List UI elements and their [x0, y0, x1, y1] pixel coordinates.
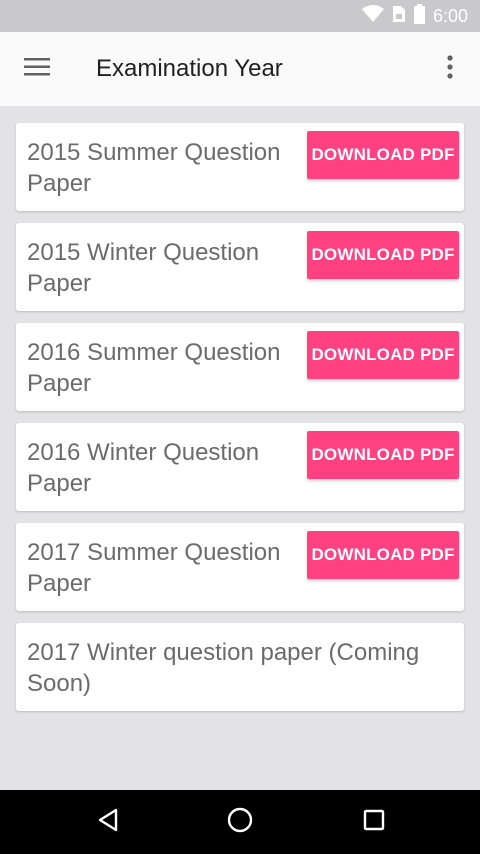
download-pdf-button[interactable]: DOWNLOAD PDF [307, 431, 459, 479]
paper-title: 2016 Summer Question Paper [27, 339, 281, 397]
paper-title: 2017 Summer Question Paper [27, 539, 281, 597]
paper-title: 2015 Summer Question Paper [27, 139, 281, 197]
paper-card-2016-winter: 2016 Winter Question Paper DOWNLOAD PDF [16, 423, 464, 511]
menu-button[interactable] [14, 48, 60, 90]
paper-card-2017-summer: 2017 Summer Question Paper DOWNLOAD PDF [16, 523, 464, 611]
status-icons: 6:00 [361, 0, 468, 32]
paper-title: 2015 Winter Question Paper [27, 239, 260, 297]
menu-icon [24, 57, 50, 81]
download-pdf-button[interactable]: DOWNLOAD PDF [307, 131, 459, 179]
home-icon [227, 807, 253, 838]
wifi-icon [361, 4, 384, 28]
download-pdf-button[interactable]: DOWNLOAD PDF [307, 231, 459, 279]
battery-icon [413, 3, 425, 29]
paper-title: 2016 Winter Question Paper [27, 439, 260, 497]
page-title: Examination Year [96, 55, 283, 82]
overflow-menu-button[interactable] [430, 48, 470, 90]
navigation-bar [0, 790, 480, 854]
recents-button[interactable] [344, 798, 404, 846]
back-icon [97, 808, 119, 837]
paper-card-2015-winter: 2015 Winter Question Paper DOWNLOAD PDF [16, 223, 464, 311]
back-button[interactable] [78, 798, 138, 846]
status-time: 6:00 [432, 5, 468, 26]
paper-title: 2017 Winter question paper (Coming Soon) [27, 639, 420, 697]
home-button[interactable] [210, 798, 270, 846]
paper-card-2017-winter[interactable]: 2017 Winter question paper (Coming Soon) [16, 623, 464, 711]
question-paper-list: 2015 Summer Question Paper DOWNLOAD PDF … [16, 123, 464, 723]
more-vert-icon [447, 54, 453, 84]
download-pdf-button[interactable]: DOWNLOAD PDF [307, 331, 459, 379]
recents-icon [363, 809, 385, 836]
status-bar: 6:00 [0, 0, 480, 32]
paper-card-2016-summer: 2016 Summer Question Paper DOWNLOAD PDF [16, 323, 464, 411]
paper-card-2015-summer: 2015 Summer Question Paper DOWNLOAD PDF [16, 123, 464, 211]
app-bar: Examination Year [0, 32, 480, 106]
sim-icon [392, 5, 406, 28]
download-pdf-button[interactable]: DOWNLOAD PDF [307, 531, 459, 579]
